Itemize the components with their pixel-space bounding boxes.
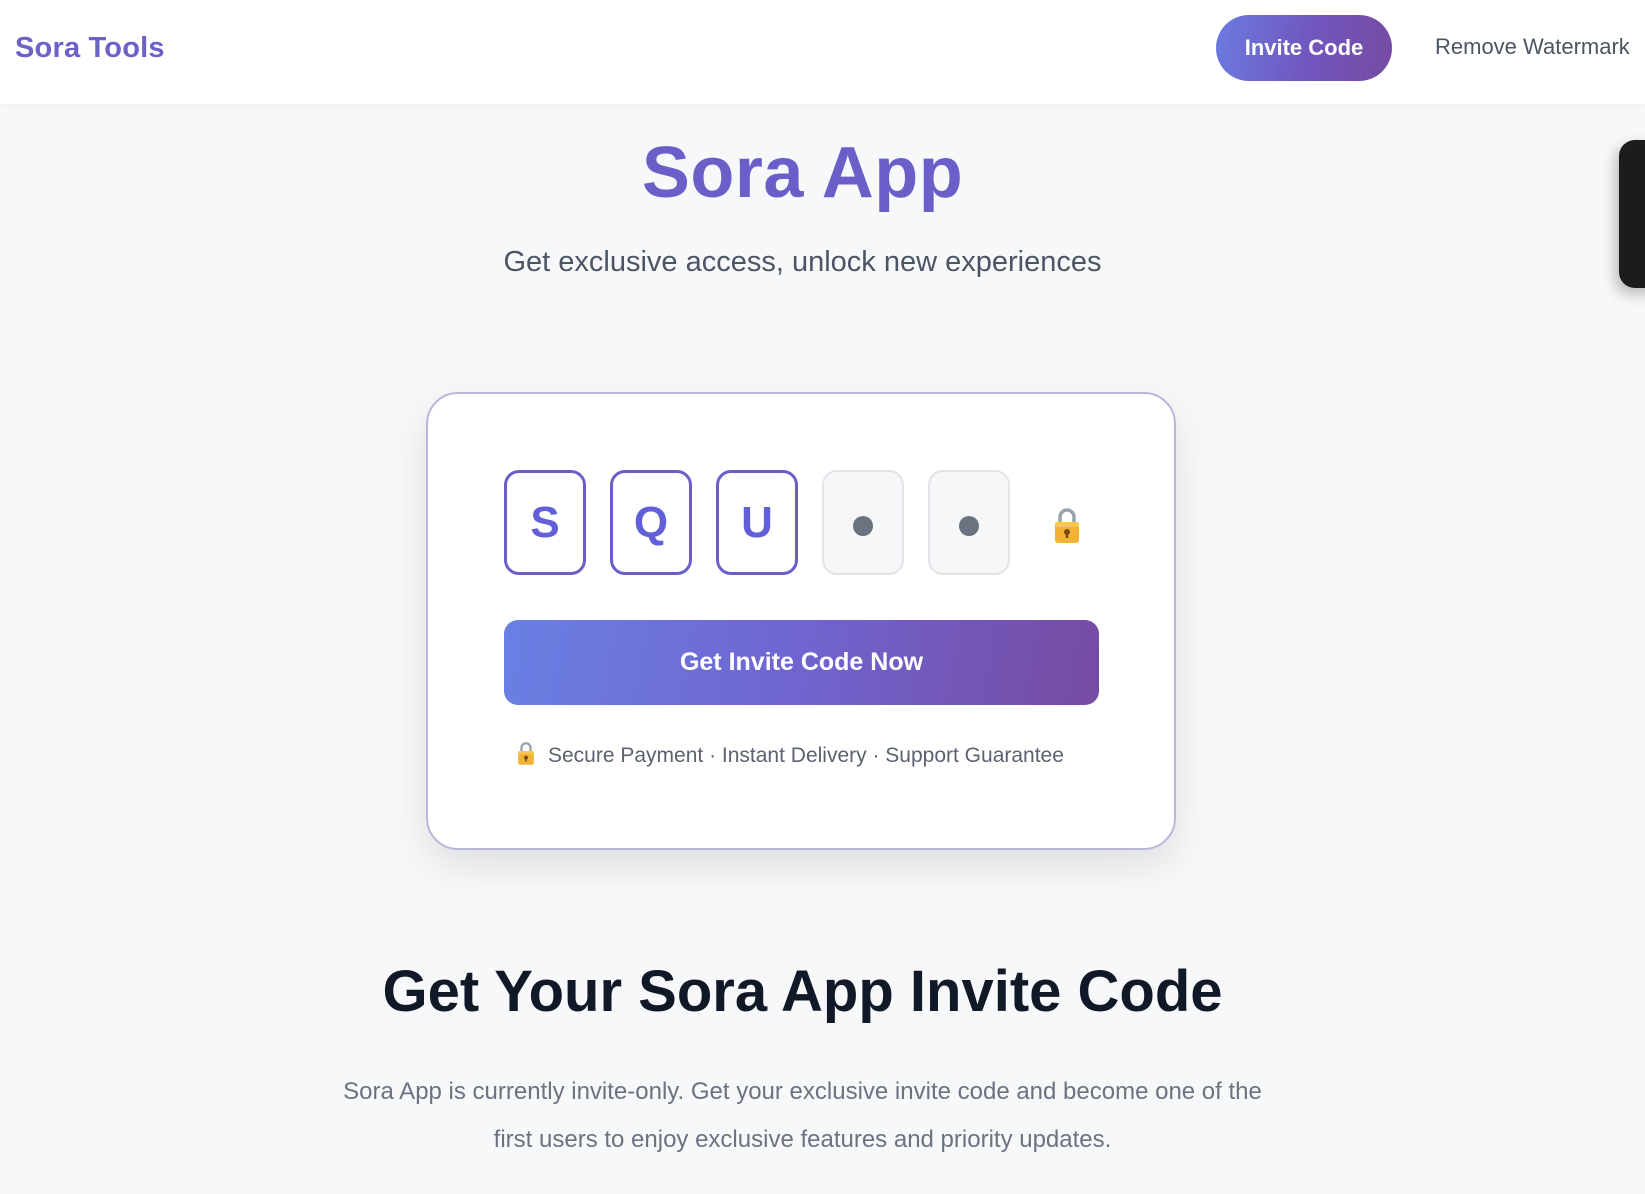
hidden-code-slot: [822, 470, 904, 575]
code-char-box: Q: [610, 470, 692, 575]
top-navigation-bar: Sora Tools Invite Code Remove Watermark: [0, 0, 1645, 104]
nav-remove-watermark-link[interactable]: Remove Watermark: [1435, 34, 1630, 60]
hero-subtitle: Get exclusive access, unlock new experie…: [503, 246, 1102, 278]
get-invite-code-button[interactable]: Get Invite Code Now: [504, 620, 1099, 705]
code-char-box: U: [716, 470, 798, 575]
hidden-dot: [853, 515, 873, 536]
section-title: Get Your Sora App Invite Code: [382, 959, 1223, 1024]
code-char-box: S: [504, 470, 586, 575]
hero-title: Sora App: [641, 133, 964, 213]
lock-icon: [516, 740, 536, 772]
hidden-dot: [959, 515, 979, 536]
trust-text: Secure Payment · Instant Delivery · Supp…: [548, 744, 1064, 767]
lock-icon: [1052, 505, 1082, 545]
brand-logo[interactable]: Sora Tools: [15, 32, 165, 65]
side-panel-tab[interactable]: [1619, 140, 1645, 288]
nav-invite-code-button[interactable]: Invite Code: [1216, 15, 1392, 81]
section-description: Sora App is currently invite-only. Get y…: [343, 1078, 1262, 1153]
invite-code-display: S Q U: [504, 470, 1082, 575]
hidden-code-slot: [928, 470, 1010, 575]
trust-line: Secure Payment · Instant Delivery · Supp…: [516, 740, 1064, 772]
